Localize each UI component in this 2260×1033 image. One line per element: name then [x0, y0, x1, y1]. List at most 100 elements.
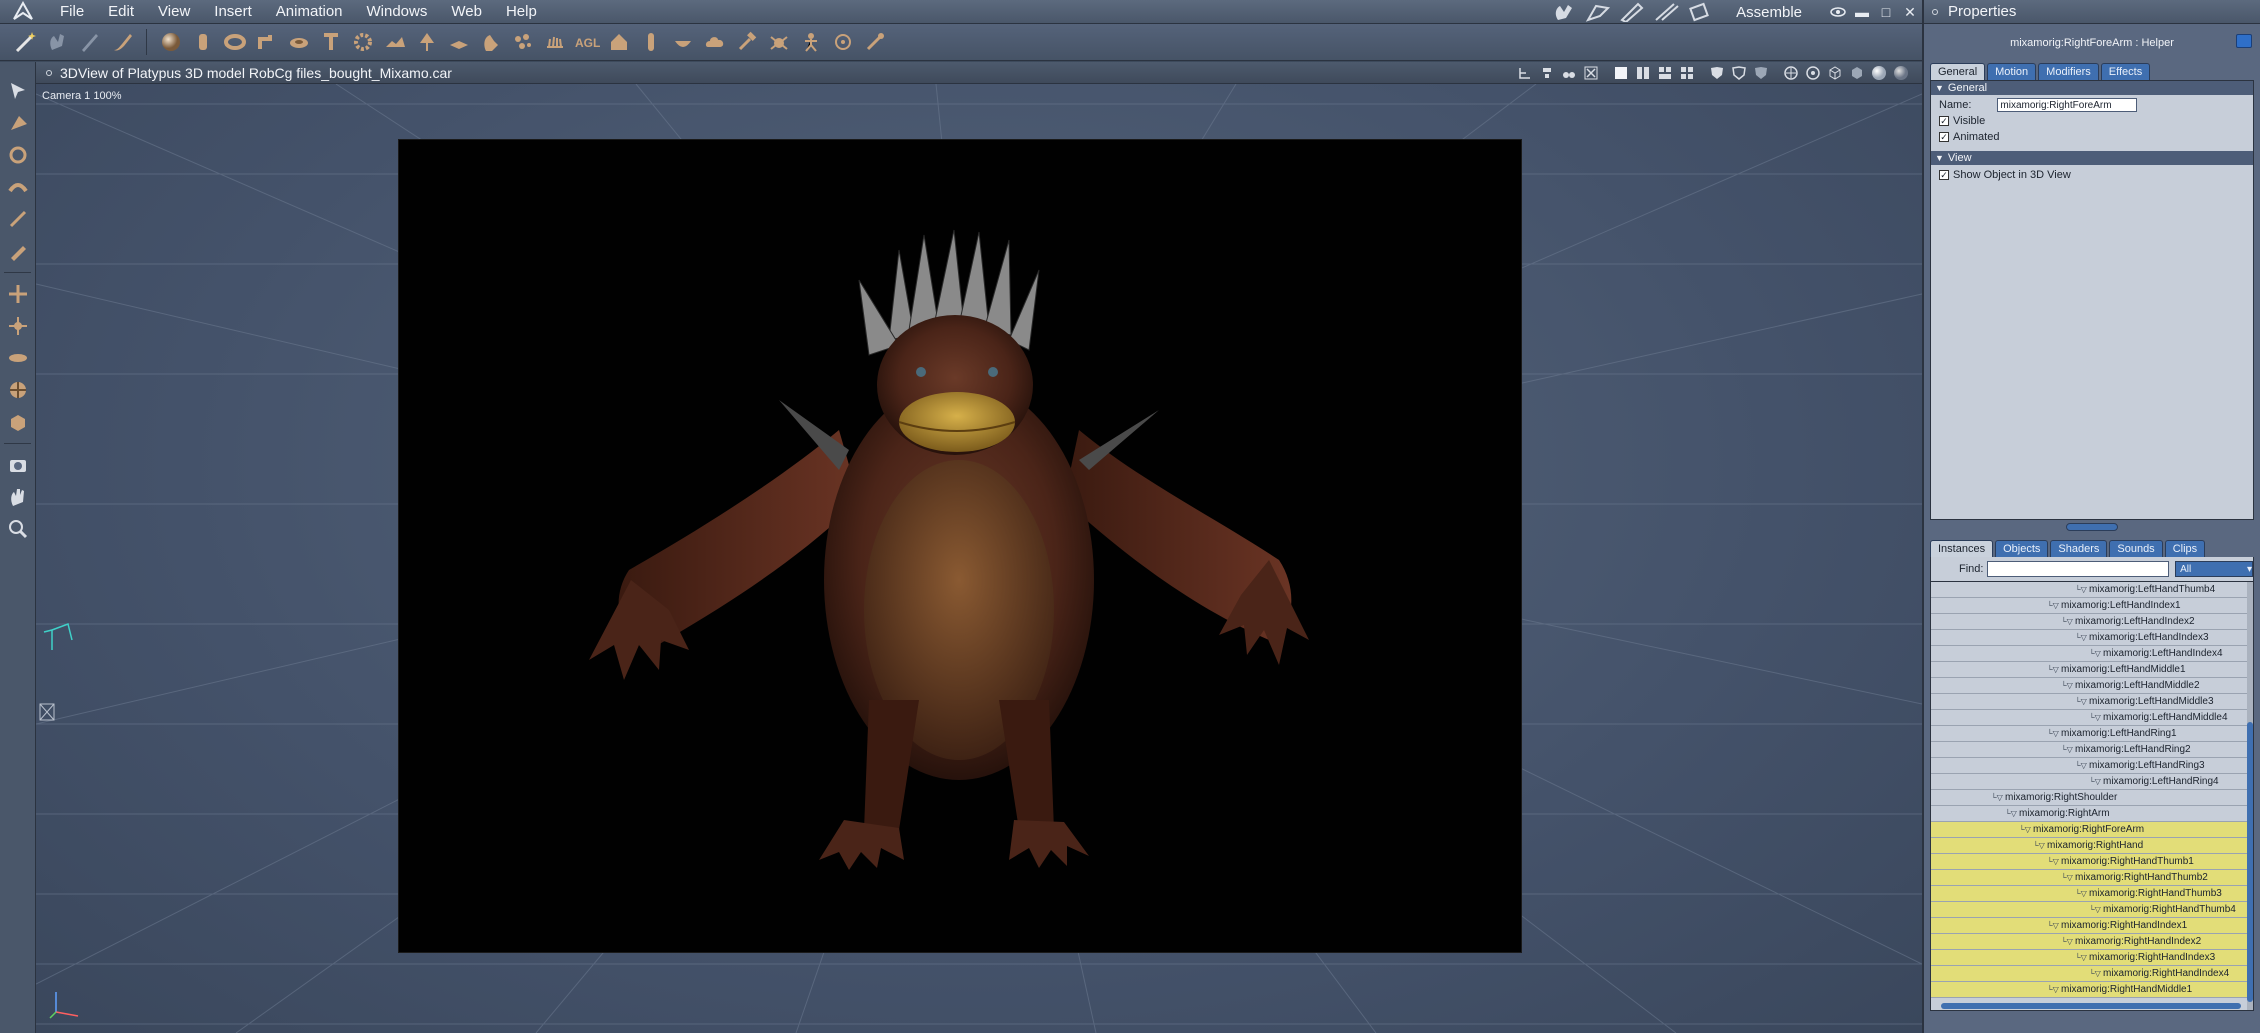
menu-animation[interactable]: Animation — [264, 0, 355, 24]
visible-checkbox[interactable]: ✓ — [1939, 116, 1949, 126]
shield-render-icon[interactable] — [1708, 64, 1726, 82]
tab-effects[interactable]: Effects — [2100, 63, 2151, 80]
text-primitive-icon[interactable] — [316, 27, 346, 57]
capsule-primitive-icon[interactable] — [636, 27, 666, 57]
tree-expand-icon[interactable]: └▽ — [2019, 822, 2031, 837]
tree-row[interactable]: └▽ mixamorig:RightForeArm — [1931, 822, 2253, 838]
view-section-header[interactable]: ▼ View — [1931, 151, 2253, 165]
tree-row[interactable]: └▽ mixamorig:LeftHandRing1 — [1931, 726, 2253, 742]
panel-menu-icon[interactable] — [1932, 8, 1938, 15]
texture-room-icon[interactable] — [1584, 2, 1614, 22]
tree-scroll-thumb[interactable] — [2247, 722, 2253, 1002]
bug-primitive-icon[interactable] — [764, 27, 794, 57]
tab-motion[interactable]: Motion — [1987, 63, 2037, 80]
render-preview[interactable] — [399, 140, 1521, 952]
model-room-icon[interactable] — [1618, 2, 1648, 24]
fur-primitive-icon[interactable] — [540, 27, 570, 57]
solid-cube-icon[interactable] — [1848, 64, 1866, 82]
grab-hand-icon[interactable] — [43, 27, 73, 57]
tree-expand-icon[interactable]: └▽ — [2089, 710, 2101, 725]
torus-primitive-icon[interactable] — [220, 27, 250, 57]
tree-expand-icon[interactable]: └▽ — [2061, 742, 2073, 757]
tree-expand-icon[interactable]: └▽ — [2047, 726, 2059, 741]
tab-shaders[interactable]: Shaders — [2050, 540, 2108, 557]
tree-row[interactable]: └▽ mixamorig:RightHand — [1931, 838, 2253, 854]
filter-select[interactable]: All ▾ — [2175, 561, 2253, 577]
tree-expand-icon[interactable]: └▽ — [2075, 758, 2087, 773]
object-options-button[interactable] — [2236, 34, 2252, 48]
magic-wand-icon[interactable] — [11, 27, 41, 57]
gear-primitive-icon[interactable] — [348, 27, 378, 57]
tree-expand-icon[interactable]: └▽ — [2089, 774, 2101, 789]
textured-sphere-icon[interactable] — [1892, 64, 1910, 82]
tree-row[interactable]: └▽ mixamorig:RightHandThumb3 — [1931, 886, 2253, 902]
tab-objects[interactable]: Objects — [1995, 540, 2049, 557]
tree-expand-icon[interactable]: └▽ — [2075, 886, 2087, 901]
disc-primitive-icon[interactable] — [284, 27, 314, 57]
tree-expand-icon[interactable]: └▽ — [2075, 950, 2087, 965]
tree-expand-icon[interactable]: └▽ — [2061, 934, 2073, 949]
tree-row[interactable]: └▽ mixamorig:RightShoulder — [1931, 790, 2253, 806]
move-select-icon[interactable] — [2, 108, 34, 138]
bounding-box-icon[interactable] — [2, 407, 34, 437]
assemble-room-icon[interactable] — [1686, 2, 1716, 22]
four-views-icon[interactable] — [1678, 64, 1696, 82]
tree-row[interactable]: └▽ mixamorig:LeftHandMiddle4 — [1931, 710, 2253, 726]
instances-tree[interactable]: └▽ mixamorig:RightHandMiddle1 └▽ mixamorig:… — [1930, 581, 2254, 1011]
animated-checkbox[interactable]: ✓ — [1939, 132, 1949, 142]
menu-edit[interactable]: Edit — [96, 0, 146, 24]
zoom-magnifier-icon[interactable] — [2, 514, 34, 544]
particles-primitive-icon[interactable] — [508, 27, 538, 57]
eye-icon[interactable] — [1826, 4, 1850, 20]
tree-row[interactable]: └▽ mixamorig:LeftHandIndex4 — [1931, 646, 2253, 662]
tree-expand-icon[interactable]: └▽ — [2047, 918, 2059, 933]
tree-row[interactable]: └▽ mixamorig:RightHandThumb2 — [1931, 870, 2253, 886]
navigation-icon[interactable] — [1782, 64, 1800, 82]
tree-row[interactable]: └▽ mixamorig:RightArm — [1931, 806, 2253, 822]
tree-expand-icon[interactable]: └▽ — [2075, 630, 2087, 645]
general-section-header[interactable]: ▼ General — [1931, 81, 2253, 95]
align-icon[interactable] — [1538, 64, 1556, 82]
menu-help[interactable]: Help — [494, 0, 549, 24]
minimize-icon[interactable]: ▬ — [1850, 4, 1874, 20]
cross-select-icon[interactable] — [1582, 64, 1600, 82]
tree-expand-icon[interactable]: └▽ — [2089, 646, 2101, 661]
menu-file[interactable]: File — [48, 0, 96, 24]
name-field[interactable] — [1997, 98, 2138, 112]
tree-expand-icon[interactable]: └▽ — [2033, 838, 2045, 853]
group-icon[interactable] — [1560, 64, 1578, 82]
tree-row[interactable]: └▽ mixamorig:RightHandMiddle1 — [1931, 982, 2253, 998]
tab-instances[interactable]: Instances — [1930, 540, 1994, 557]
viewport-3d[interactable]: Camera 1 100% — [36, 84, 1922, 1033]
edit-tool-icon[interactable] — [75, 27, 105, 57]
tree-expand-icon[interactable]: └▽ — [2047, 598, 2059, 613]
tree-row[interactable]: └▽ mixamorig:RightHandIndex2 — [1931, 934, 2253, 950]
menu-windows[interactable]: Windows — [355, 0, 440, 24]
tree-row[interactable]: └▽ mixamorig:RightHandThumb1 — [1931, 854, 2253, 870]
tree-row[interactable]: └▽ mixamorig:LeftHandMiddle3 — [1931, 694, 2253, 710]
tree-row[interactable]: └▽ mixamorig:LeftHandIndex1 — [1931, 598, 2253, 614]
terrain-primitive-icon[interactable] — [380, 27, 410, 57]
camera-view-icon[interactable] — [1804, 64, 1822, 82]
maximize-icon[interactable]: □ — [1874, 4, 1898, 20]
tree-row[interactable]: └▽ mixamorig:RightHandIndex3 — [1931, 950, 2253, 966]
select-arrow-icon[interactable] — [2, 76, 34, 106]
cloud-primitive-icon[interactable] — [700, 27, 730, 57]
sphere-primitive-icon[interactable] — [156, 27, 186, 57]
pipe-primitive-icon[interactable] — [252, 27, 282, 57]
tree-expand-icon[interactable]: └▽ — [2061, 678, 2073, 693]
tree-row[interactable]: └▽ mixamorig:RightHandIndex1 — [1931, 918, 2253, 934]
tab-sounds[interactable]: Sounds — [2109, 540, 2163, 557]
link-tool-icon[interactable] — [2, 204, 34, 234]
three-views-icon[interactable] — [1656, 64, 1674, 82]
tab-general[interactable]: General — [1930, 63, 1986, 80]
tree-expand-icon[interactable]: └▽ — [2047, 982, 2059, 997]
camera-icon[interactable] — [2, 450, 34, 480]
brush-tool-icon[interactable] — [107, 27, 137, 57]
bone-primitive-icon[interactable] — [860, 27, 890, 57]
rotate-select-icon[interactable] — [2, 140, 34, 170]
shaded-sphere-icon[interactable] — [1870, 64, 1888, 82]
hammer-primitive-icon[interactable] — [732, 27, 762, 57]
translate-tool-icon[interactable] — [2, 279, 34, 309]
menu-web[interactable]: Web — [439, 0, 494, 24]
